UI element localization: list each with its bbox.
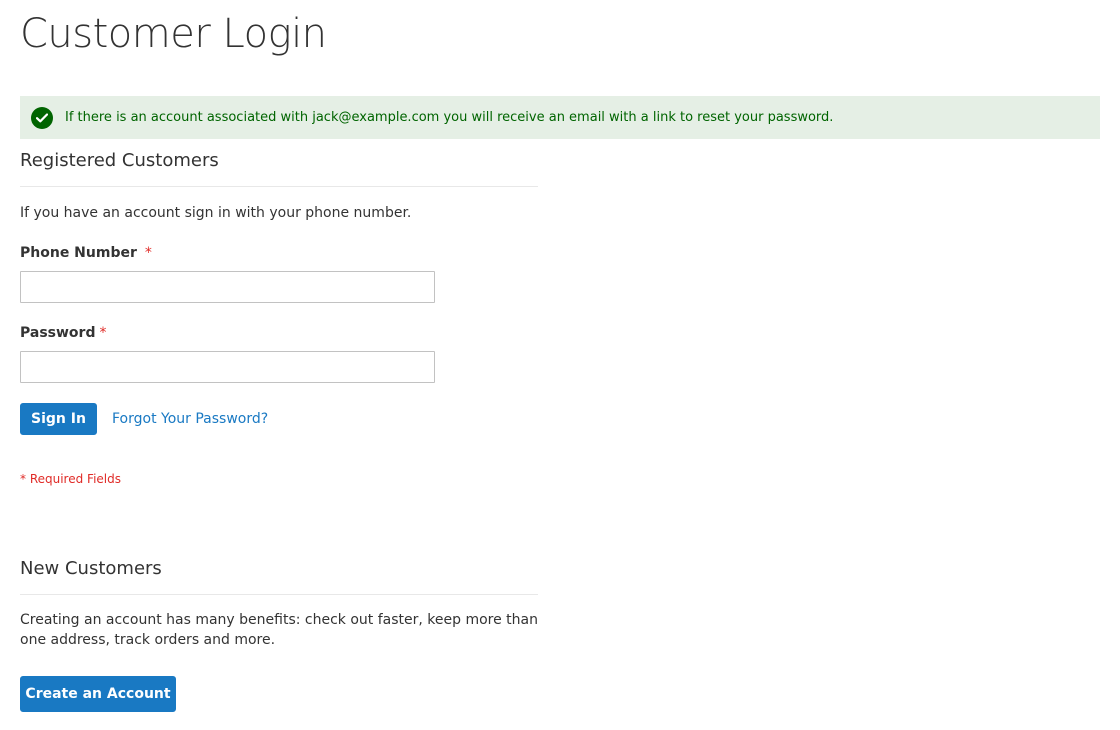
phone-number-label-text: Phone Number bbox=[20, 245, 137, 261]
success-message-text: If there is an account associated with j… bbox=[65, 110, 834, 125]
sign-in-button-label: Sign In bbox=[31, 411, 86, 427]
checkmark-icon bbox=[31, 106, 53, 129]
required-fields-note: * Required Fields bbox=[20, 472, 121, 486]
phone-number-input[interactable] bbox=[20, 271, 435, 303]
required-asterisk: * bbox=[99, 325, 107, 341]
create-account-button-label: Create an Account bbox=[25, 686, 171, 702]
create-account-button[interactable]: Create an Account bbox=[20, 676, 176, 712]
password-label-text: Password bbox=[20, 325, 96, 341]
page-title: Customer Login bbox=[20, 8, 327, 60]
new-customers-title: New Customers bbox=[20, 558, 538, 595]
new-customers-block: New Customers bbox=[20, 558, 538, 595]
registered-customers-title: Registered Customers bbox=[20, 150, 538, 187]
success-message: If there is an account associated with j… bbox=[20, 96, 1100, 139]
registered-customers-block: Registered Customers bbox=[20, 150, 538, 187]
required-asterisk: * bbox=[144, 245, 152, 261]
forgot-password-link[interactable]: Forgot Your Password? bbox=[112, 410, 268, 428]
password-label: Password * bbox=[20, 324, 106, 342]
phone-number-label: Phone Number * bbox=[20, 244, 152, 262]
sign-in-button[interactable]: Sign In bbox=[20, 403, 97, 435]
page-title-text: Customer Login bbox=[20, 11, 327, 57]
password-input[interactable] bbox=[20, 351, 435, 383]
registered-customers-intro: If you have an account sign in with your… bbox=[20, 205, 412, 221]
new-customers-text: Creating an account has many benefits: c… bbox=[20, 612, 538, 648]
